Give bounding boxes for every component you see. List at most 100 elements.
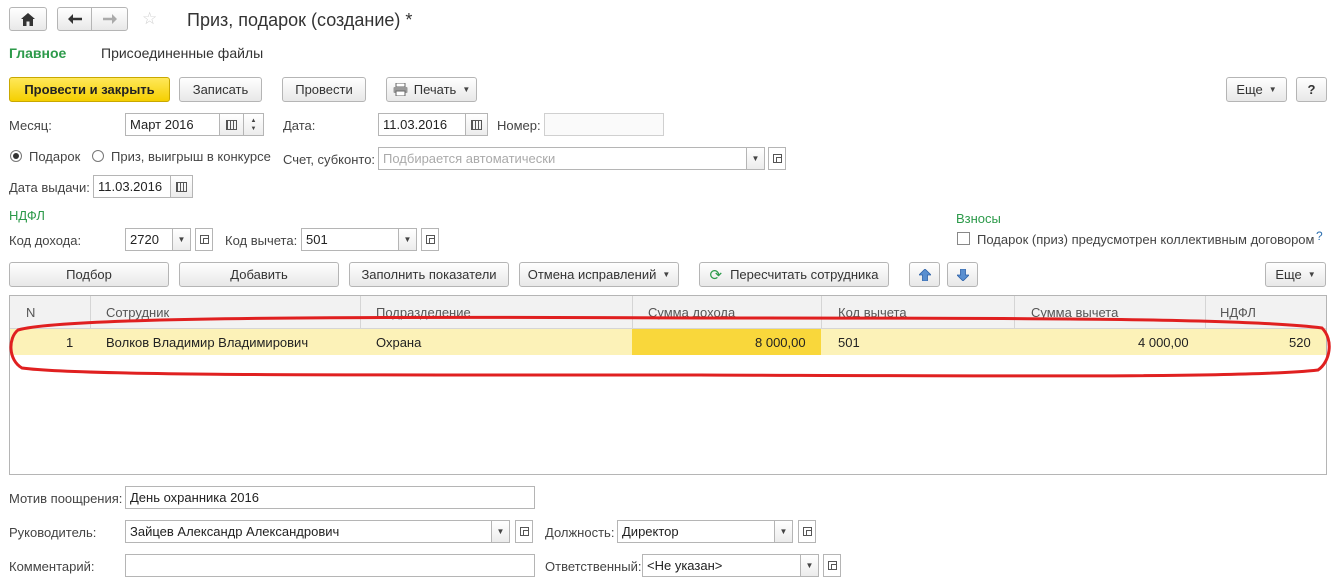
add-button[interactable]: Добавить [179, 262, 339, 287]
refresh-icon: ⟳ [709, 266, 723, 284]
cell-deduction-code: 501 [838, 335, 860, 350]
col-header-ndfl[interactable]: НДФЛ [1220, 305, 1256, 320]
col-header-income-sum[interactable]: Сумма дохода [648, 305, 735, 320]
arrow-up-icon [918, 268, 931, 281]
cancel-corrections-label: Отмена исправлений [527, 267, 657, 282]
radio-prize[interactable] [92, 150, 104, 162]
income-code-open-button[interactable] [195, 228, 213, 251]
save-button[interactable]: Записать [179, 77, 262, 102]
home-icon [21, 12, 35, 26]
more-button[interactable]: Еще ▼ [1226, 77, 1287, 102]
deduction-code-field[interactable]: 501 [301, 228, 399, 251]
table-more-button[interactable]: Еще ▼ [1265, 262, 1326, 287]
deduction-code-label: Код вычета: [225, 233, 298, 248]
chevron-down-icon: ▼ [177, 235, 186, 244]
contrib-help-link[interactable]: ? [1316, 229, 1323, 243]
chevron-down-icon: ▼ [662, 270, 671, 279]
back-button[interactable] [57, 7, 92, 31]
radio-gift-label: Подарок [29, 149, 81, 164]
employees-table[interactable]: N Сотрудник Подразделение Сумма дохода К… [9, 295, 1327, 475]
forward-button[interactable] [91, 7, 128, 31]
home-button[interactable] [9, 7, 47, 31]
contrib-checkbox[interactable] [957, 232, 970, 245]
issue-date-calendar-button[interactable] [171, 175, 193, 198]
cell-income-sum: 8 000,00 [755, 335, 806, 350]
account-dropdown-button[interactable]: ▼ [747, 147, 765, 170]
chevron-down-icon: ▼ [779, 527, 788, 536]
col-header-deduction-sum[interactable]: Сумма вычета [1031, 305, 1118, 320]
cell-ndfl: 520 [1289, 335, 1311, 350]
help-button[interactable]: ? [1296, 77, 1327, 102]
radio-prize-label: Приз, выигрыш в конкурсе [111, 149, 271, 164]
arrow-right-icon [102, 14, 117, 24]
account-field[interactable]: Подбирается автоматически [378, 147, 747, 170]
open-icon [425, 235, 435, 244]
move-up-button[interactable] [909, 262, 940, 287]
account-label: Счет, субконто: [283, 152, 376, 167]
responsible-dropdown-button[interactable]: ▼ [801, 554, 819, 577]
number-field[interactable] [544, 113, 664, 136]
tab-attached-files[interactable]: Присоединенные файлы [101, 45, 263, 61]
col-header-deduction-code[interactable]: Код вычета [838, 305, 907, 320]
post-and-close-button[interactable]: Провести и закрыть [9, 77, 170, 102]
income-code-dropdown-button[interactable]: ▼ [173, 228, 191, 251]
head-label: Руководитель: [9, 525, 97, 540]
date-calendar-button[interactable] [466, 113, 488, 136]
position-open-button[interactable] [798, 520, 816, 543]
tab-main[interactable]: Главное [9, 45, 66, 61]
month-label: Месяц: [9, 118, 52, 133]
favorite-star-icon[interactable]: ☆ [142, 9, 157, 29]
chevron-down-icon: ▼ [751, 154, 760, 163]
calendar-icon [226, 119, 237, 130]
comment-field[interactable] [125, 554, 535, 577]
cell-department: Охрана [376, 335, 422, 350]
calendar-icon [176, 181, 187, 192]
deduction-code-open-button[interactable] [421, 228, 439, 251]
arrow-left-icon [67, 14, 82, 24]
table-header: N Сотрудник Подразделение Сумма дохода К… [10, 296, 1326, 329]
issue-date-field[interactable]: 11.03.2016 [93, 175, 171, 198]
responsible-field[interactable]: <Не указан> [642, 554, 801, 577]
responsible-open-button[interactable] [823, 554, 841, 577]
date-field[interactable]: 11.03.2016 [378, 113, 466, 136]
income-code-field[interactable]: 2720 [125, 228, 173, 251]
fill-indicators-button[interactable]: Заполнить показатели [349, 262, 509, 287]
chevron-down-icon: ▼ [250, 125, 257, 132]
deduction-code-dropdown-button[interactable]: ▼ [399, 228, 417, 251]
select-button[interactable]: Подбор [9, 262, 169, 287]
radio-gift[interactable] [10, 150, 22, 162]
head-open-button[interactable] [515, 520, 533, 543]
table-row[interactable]: 1 Волков Владимир Владимирович Охрана 8 … [10, 329, 1326, 355]
motive-field[interactable]: День охранника 2016 [125, 486, 535, 509]
recalculate-label: Пересчитать сотрудника [730, 267, 879, 282]
chevron-up-icon: ▲ [250, 117, 257, 124]
col-header-employee[interactable]: Сотрудник [106, 305, 169, 320]
post-button[interactable]: Провести [282, 77, 366, 102]
contrib-header: Взносы [956, 211, 1001, 226]
recalculate-employee-button[interactable]: ⟳ Пересчитать сотрудника [699, 262, 889, 287]
issue-date-label: Дата выдачи: [9, 180, 90, 195]
head-field[interactable]: Зайцев Александр Александрович [125, 520, 492, 543]
date-label: Дата: [283, 118, 316, 133]
move-down-button[interactable] [947, 262, 978, 287]
open-icon [802, 527, 812, 536]
position-dropdown-button[interactable]: ▼ [775, 520, 793, 543]
month-field[interactable]: Март 2016 [125, 113, 220, 136]
chevron-down-icon: ▼ [462, 85, 471, 94]
position-field[interactable]: Директор [617, 520, 775, 543]
calendar-icon [471, 119, 482, 130]
month-spin-button[interactable]: ▲ ▼ [244, 113, 264, 136]
head-dropdown-button[interactable]: ▼ [492, 520, 510, 543]
col-header-department[interactable]: Подразделение [376, 305, 471, 320]
cancel-corrections-button[interactable]: Отмена исправлений ▼ [519, 262, 679, 287]
month-calendar-button[interactable] [220, 113, 244, 136]
cell-n: 1 [66, 335, 74, 350]
open-icon [199, 235, 209, 244]
window-title: Приз, подарок (создание) * [187, 10, 413, 30]
printer-icon [393, 83, 408, 96]
col-header-n[interactable]: N [26, 305, 35, 320]
print-button[interactable]: Печать ▼ [386, 77, 477, 102]
chevron-down-icon: ▼ [1307, 270, 1316, 279]
cell-deduction-sum: 4 000,00 [1138, 335, 1189, 350]
account-open-button[interactable] [768, 147, 786, 170]
